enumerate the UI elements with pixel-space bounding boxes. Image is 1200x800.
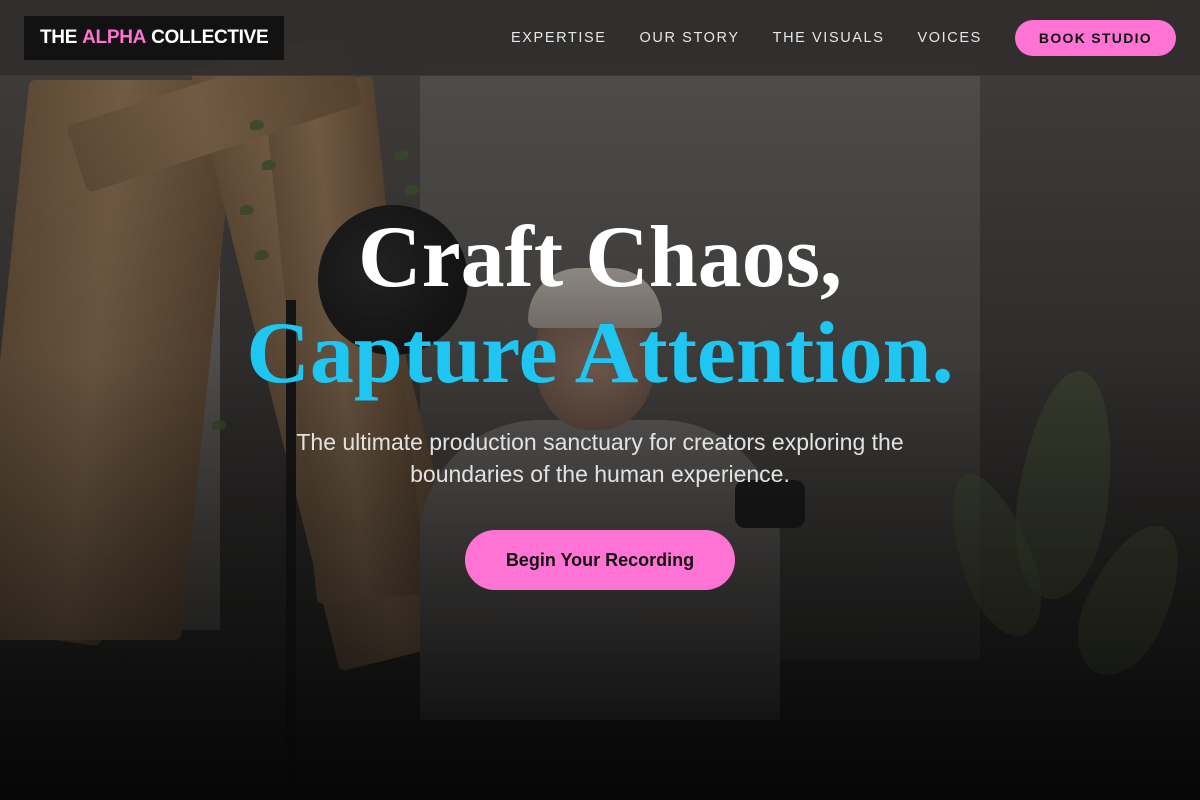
brand-logo[interactable]: THE ALPHA COLLECTIVE bbox=[24, 15, 285, 60]
nav-item-the-visuals[interactable]: THE VISUALS bbox=[773, 30, 885, 46]
headline-line-2: Capture Attention. bbox=[246, 305, 954, 402]
nav-item-our-story[interactable]: OUR STORY bbox=[640, 30, 740, 46]
hero-subtext: The ultimate production sanctuary for cr… bbox=[296, 429, 904, 487]
headline-line-1: Craft Chaos, bbox=[358, 209, 842, 306]
hero-headline: Craft Chaos, Capture Attention. bbox=[0, 210, 1200, 402]
book-studio-button[interactable]: BOOK STUDIO bbox=[1014, 19, 1176, 56]
brand-word-2: ALPHA bbox=[82, 26, 147, 48]
main-nav: EXPERTISE OUR STORY THE VISUALS VOICES B… bbox=[511, 19, 1176, 56]
begin-recording-button[interactable]: Begin Your Recording bbox=[465, 530, 735, 590]
nav-item-voices[interactable]: VOICES bbox=[918, 30, 982, 46]
site-header: THE ALPHA COLLECTIVE EXPERTISE OUR STORY… bbox=[0, 0, 1200, 76]
brand-word-3: COLLECTIVE bbox=[151, 26, 269, 48]
brand-word-1: THE bbox=[40, 26, 78, 48]
nav-item-expertise[interactable]: EXPERTISE bbox=[511, 30, 607, 46]
